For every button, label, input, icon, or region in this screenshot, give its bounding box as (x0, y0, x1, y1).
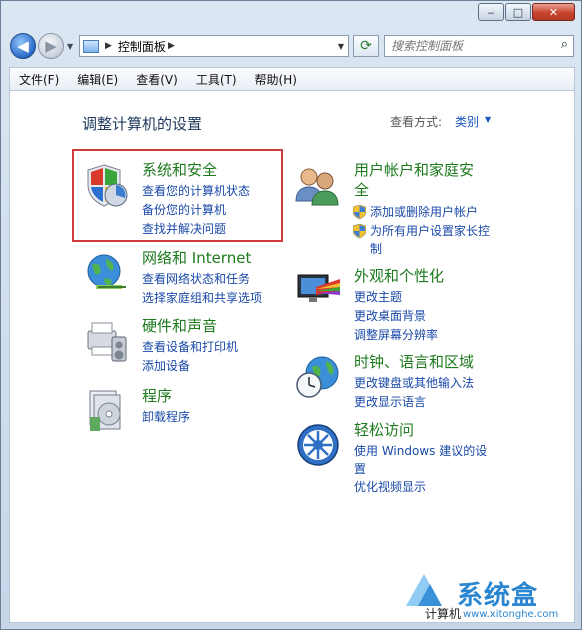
link-devices-printers[interactable]: 查看设备和打印机 (142, 339, 238, 355)
address-dropdown-icon[interactable]: ▼ (338, 42, 344, 51)
category-ease-of-access: 轻松访问 使用 Windows 建议的设 置 优化视频显示 (294, 421, 514, 501)
ease-of-access-icon[interactable] (294, 421, 342, 469)
link-parental-controls-cont[interactable]: 制 (370, 241, 382, 257)
link-uninstall-program[interactable]: 卸载程序 (142, 409, 190, 425)
close-button[interactable]: ✕ (532, 3, 575, 21)
globe-network-icon[interactable] (82, 249, 130, 297)
breadcrumb-control-panel[interactable]: 控制面板 (118, 38, 166, 55)
view-by-label: 查看方式: (390, 115, 443, 129)
search-icon[interactable]: ⌕ (561, 37, 568, 52)
category-appearance: 外观和个性化 更改主题 更改桌面背景 调整屏幕分辨率 (294, 267, 514, 347)
caption-buttons: ‒ □ ✕ (478, 3, 575, 21)
category-network-internet: 网络和 Internet 查看网络状态和任务 选择家庭组和共享选项 (82, 249, 282, 309)
category-hardware-sound: 硬件和声音 查看设备和打印机 添加设备 (82, 317, 282, 377)
recent-pages-dropdown[interactable]: ▼ (67, 42, 73, 51)
link-change-desktop-background[interactable]: 更改桌面背景 (354, 308, 426, 324)
hardware-sound-title[interactable]: 硬件和声音 (142, 317, 217, 336)
view-by-dropdown[interactable]: 类别 (455, 113, 479, 130)
maximize-button[interactable]: □ (505, 3, 531, 21)
address-bar[interactable]: ▶ 控制面板 ▶ ▼ (79, 35, 349, 57)
control-panel-window: ‒ □ ✕ ◀ ▶ ▼ ▶ 控制面板 ▶ ▼ ⟳ ⌕ 文件(F) 编辑(E) 查… (0, 0, 582, 630)
forward-button[interactable]: ▶ (38, 33, 64, 59)
content-pane: 调整计算机的设置 查看方式: 类别 ▼ 系统和安全 查看您的计算机状态 备份您的… (9, 91, 575, 623)
printer-icon[interactable] (82, 317, 130, 365)
uac-shield-icon (353, 224, 366, 238)
link-add-remove-accounts[interactable]: 添加或删除用户帐户 (370, 204, 478, 220)
link-change-display-language[interactable]: 更改显示语言 (354, 394, 426, 410)
menu-tools[interactable]: 工具(T) (187, 71, 246, 88)
category-user-accounts: 用户帐户和家庭安 全 添加或删除用户帐户 为所有用户设置家长控 制 (294, 161, 514, 261)
network-internet-title[interactable]: 网络和 Internet (142, 249, 251, 268)
category-programs: 程序 卸载程序 (82, 387, 282, 437)
menu-file[interactable]: 文件(F) (10, 71, 68, 88)
link-parental-controls[interactable]: 为所有用户设置家长控 (370, 223, 490, 239)
view-by-chevron-icon[interactable]: ▼ (485, 115, 491, 124)
link-windows-suggest-settings-cont[interactable]: 置 (354, 461, 366, 477)
category-system-security: 系统和安全 查看您的计算机状态 备份您的计算机 查找并解决问题 (82, 161, 282, 241)
menu-edit[interactable]: 编辑(E) (68, 71, 127, 88)
display-palette-icon[interactable] (294, 267, 342, 315)
link-view-network-status[interactable]: 查看网络状态和任务 (142, 271, 250, 287)
menu-bar: 文件(F) 编辑(E) 查看(V) 工具(T) 帮助(H) (9, 67, 575, 91)
link-view-computer-status[interactable]: 查看您的计算机状态 (142, 183, 250, 199)
control-panel-icon (83, 39, 99, 53)
clock-language-title[interactable]: 时钟、语言和区域 (354, 353, 474, 372)
programs-title[interactable]: 程序 (142, 387, 172, 406)
category-clock-language: 时钟、语言和区域 更改键盘或其他输入法 更改显示语言 (294, 353, 514, 413)
user-accounts-title-line1[interactable]: 用户帐户和家庭安 (354, 161, 474, 180)
menu-help[interactable]: 帮助(H) (246, 71, 306, 88)
link-adjust-resolution[interactable]: 调整屏幕分辨率 (354, 327, 438, 343)
programs-icon[interactable] (82, 387, 130, 435)
watermark-text: 系统盒 (457, 581, 539, 611)
link-add-device[interactable]: 添加设备 (142, 358, 190, 374)
navigation-bar: ◀ ▶ ▼ ▶ 控制面板 ▶ ▼ ⟳ ⌕ (1, 31, 581, 65)
breadcrumb-arrow-icon[interactable]: ▶ (105, 41, 112, 51)
link-windows-suggest-settings[interactable]: 使用 Windows 建议的设 (354, 443, 487, 459)
link-homegroup-sharing[interactable]: 选择家庭组和共享选项 (142, 290, 262, 306)
page-title: 调整计算机的设置 (82, 115, 203, 133)
link-backup-computer[interactable]: 备份您的计算机 (142, 202, 226, 218)
breadcrumb-arrow-icon[interactable]: ▶ (168, 41, 175, 51)
clock-globe-icon[interactable] (294, 353, 342, 401)
refresh-button[interactable]: ⟳ (353, 35, 379, 57)
users-icon[interactable] (294, 161, 342, 209)
user-accounts-title-line2[interactable]: 全 (354, 181, 369, 200)
back-button[interactable]: ◀ (10, 33, 36, 59)
shield-icon[interactable] (82, 161, 130, 209)
uac-shield-icon (353, 205, 366, 219)
system-security-title[interactable]: 系统和安全 (142, 161, 217, 180)
menu-view[interactable]: 查看(V) (127, 71, 187, 88)
appearance-title[interactable]: 外观和个性化 (354, 267, 444, 286)
search-box[interactable]: ⌕ (384, 35, 574, 57)
link-change-theme[interactable]: 更改主题 (354, 289, 402, 305)
minimize-button[interactable]: ‒ (478, 3, 504, 21)
link-change-keyboard[interactable]: 更改键盘或其他输入法 (354, 375, 474, 391)
link-find-fix-problems[interactable]: 查找并解决问题 (142, 221, 226, 237)
link-optimize-visual-display[interactable]: 优化视频显示 (354, 479, 426, 495)
search-input[interactable] (391, 38, 541, 54)
watermark-url: www.xitonghe.com (463, 609, 559, 620)
ease-of-access-title[interactable]: 轻松访问 (354, 421, 414, 440)
